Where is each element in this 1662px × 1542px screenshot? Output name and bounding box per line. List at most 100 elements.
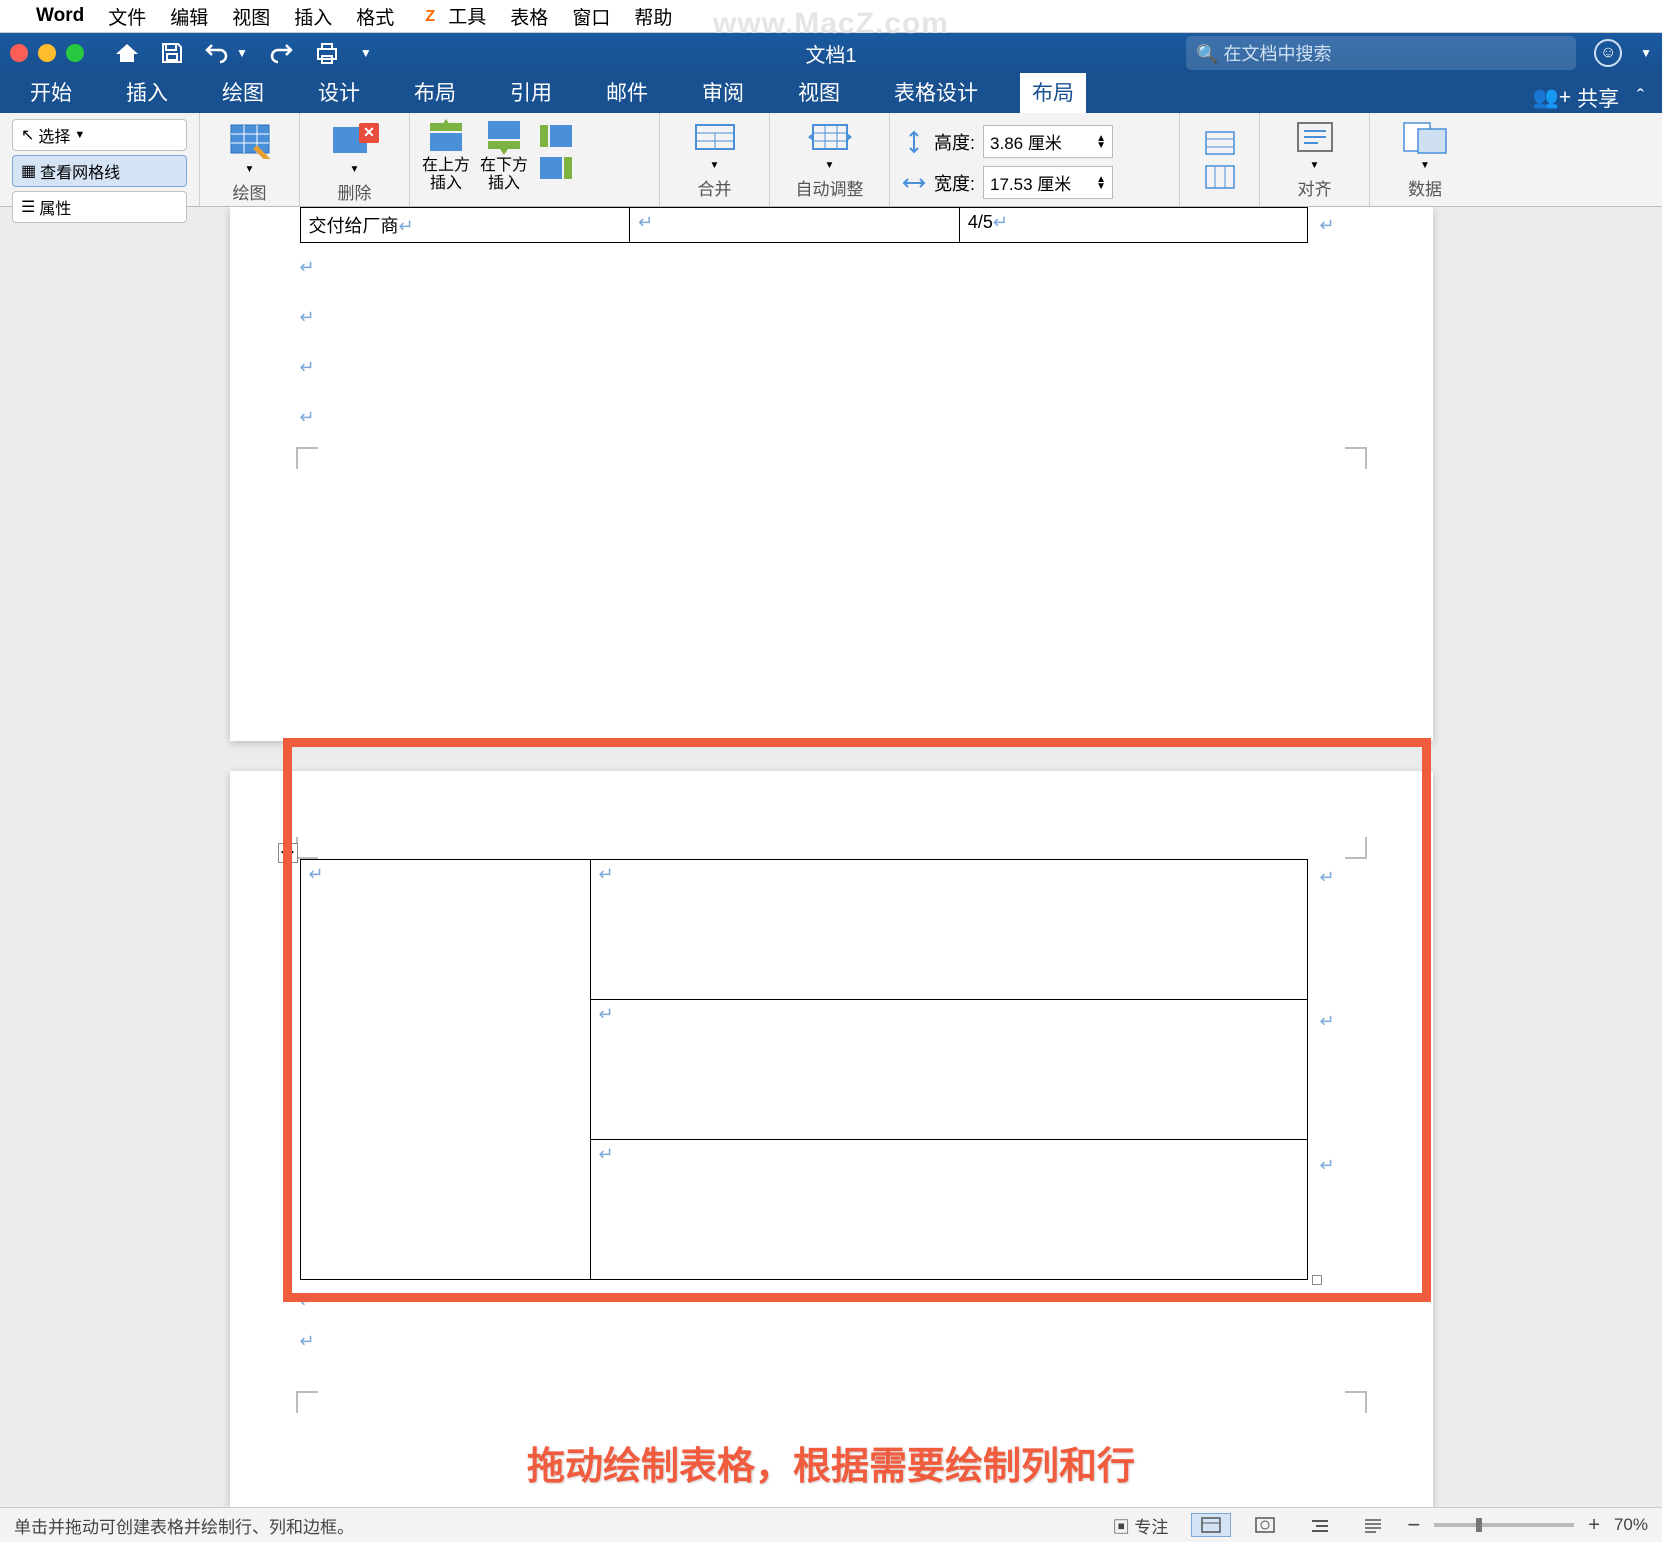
- annotation-text: 拖动绘制表格，根据需要绘制列和行: [527, 1435, 1135, 1490]
- distribute-cols-button[interactable]: [1204, 164, 1236, 190]
- autofit-button[interactable]: ▼: [805, 119, 855, 173]
- align-button[interactable]: ▼: [1292, 119, 1338, 173]
- pointer-icon: ↖: [21, 125, 34, 145]
- draw-table-icon: [227, 119, 273, 159]
- undo-icon[interactable]: [204, 41, 230, 65]
- table-row[interactable]: 交付给厂商↵ ↵ 4/5↵: [300, 208, 1307, 243]
- insert-below-button[interactable]: 在下方 插入: [480, 119, 528, 192]
- stepper-icon[interactable]: ▲▼: [1096, 176, 1106, 190]
- menu-view[interactable]: 视图: [232, 3, 270, 30]
- insert-above-icon: [426, 119, 466, 155]
- zoom-slider[interactable]: [1434, 1523, 1574, 1527]
- tab-layout[interactable]: 布局: [402, 71, 468, 113]
- redo-icon[interactable]: [268, 41, 294, 65]
- zoom-level[interactable]: 70%: [1614, 1515, 1648, 1535]
- minimize-window-button[interactable]: [38, 44, 56, 62]
- window-titlebar: ▼ ▼ 文档1 🔍 在文档中搜索 ☺ ▼: [0, 33, 1662, 73]
- svg-text:✕: ✕: [363, 124, 375, 140]
- focus-mode-button[interactable]: ▣ 专注: [1104, 1510, 1178, 1541]
- properties-icon: ☰: [21, 197, 35, 217]
- insert-above-button[interactable]: 在上方 插入: [422, 119, 470, 192]
- tab-insert[interactable]: 插入: [114, 71, 180, 113]
- menu-format[interactable]: 格式: [356, 3, 394, 30]
- close-window-button[interactable]: [10, 44, 28, 62]
- menu-insert[interactable]: 插入: [294, 3, 332, 30]
- status-hint: 单击并拖动可创建表格并绘制行、列和边框。: [14, 1513, 354, 1538]
- ribbon: ↖选择 ▼ ▦查看网格线 ☰属性 ▼ 绘图 ✕ ▼ 删除 在上方 插入 在下方 …: [0, 113, 1662, 207]
- tab-table-design[interactable]: 表格设计: [882, 71, 990, 113]
- tab-table-layout[interactable]: 布局: [1020, 71, 1086, 113]
- save-icon[interactable]: [160, 41, 184, 65]
- merge-icon: [692, 119, 738, 155]
- zoom-out-button[interactable]: −: [1407, 1512, 1420, 1538]
- zoom-in-button[interactable]: +: [1588, 1514, 1600, 1537]
- data-icon: [1400, 119, 1450, 155]
- table-1[interactable]: 交付给厂商↵ ↵ 4/5↵: [300, 207, 1308, 243]
- zoom-window-button[interactable]: [66, 44, 84, 62]
- delete-icon: ✕: [327, 119, 383, 159]
- delete-button[interactable]: ✕ ▼: [327, 119, 383, 177]
- feedback-dropdown-icon[interactable]: ▼: [1640, 46, 1652, 60]
- document-title: 文档1: [805, 39, 856, 68]
- app-name[interactable]: Word: [36, 5, 84, 27]
- align-group-label: 对齐: [1298, 173, 1332, 200]
- statusbar: 单击并拖动可创建表格并绘制行、列和边框。 ▣ 专注 − + 70%: [0, 1507, 1662, 1542]
- menu-tools[interactable]: Z工具: [418, 2, 486, 31]
- autofit-group-label: 自动调整: [796, 173, 864, 200]
- merge-group-label: 合并: [698, 173, 732, 200]
- home-icon[interactable]: [114, 41, 140, 65]
- mac-menubar: Word 文件 编辑 视图 插入 格式 Z工具 表格 窗口 帮助: [0, 0, 1662, 33]
- draw-table-button[interactable]: ▼: [227, 119, 273, 177]
- width-input[interactable]: 17.53 厘米▲▼: [983, 166, 1113, 199]
- print-icon[interactable]: [314, 41, 340, 65]
- tab-design[interactable]: 设计: [306, 71, 372, 113]
- web-layout-view-button[interactable]: [1245, 1513, 1285, 1537]
- select-button[interactable]: ↖选择 ▼: [12, 119, 187, 151]
- distribute-rows-button[interactable]: [1204, 130, 1236, 156]
- menu-window[interactable]: 窗口: [572, 3, 610, 30]
- qat-dropdown-icon[interactable]: ▼: [360, 46, 372, 60]
- tab-references[interactable]: 引用: [498, 71, 564, 113]
- insert-below-icon: [484, 119, 524, 155]
- width-icon: [902, 171, 926, 195]
- height-icon: [902, 130, 926, 154]
- tab-draw[interactable]: 绘图: [210, 71, 276, 113]
- grid-icon: ▦: [21, 161, 36, 181]
- insert-right-button[interactable]: [538, 155, 574, 181]
- tab-view[interactable]: 视图: [786, 71, 852, 113]
- chevron-down-icon: ▼: [74, 129, 85, 141]
- ribbon-tabs: 开始 插入 绘图 设计 布局 引用 邮件 审阅 视图 表格设计 布局 👥+共享 …: [0, 73, 1662, 113]
- menu-table[interactable]: 表格: [510, 3, 548, 30]
- print-layout-view-button[interactable]: [1191, 1513, 1231, 1537]
- window-controls: [10, 44, 84, 62]
- menu-file[interactable]: 文件: [108, 3, 146, 30]
- page-1: 交付给厂商↵ ↵ 4/5↵ ↵ ↵ ↵ ↵ ↵: [230, 207, 1433, 741]
- autofit-icon: [805, 119, 855, 155]
- share-icon: 👥+: [1533, 86, 1571, 110]
- tab-home[interactable]: 开始: [18, 71, 84, 113]
- collapse-ribbon-icon[interactable]: ˆ: [1637, 86, 1644, 110]
- highlight-box: [283, 738, 1431, 1302]
- share-button[interactable]: 👥+共享 ˆ: [1533, 83, 1644, 113]
- view-gridlines-button[interactable]: ▦查看网格线: [12, 155, 187, 187]
- menu-edit[interactable]: 编辑: [170, 3, 208, 30]
- properties-button[interactable]: ☰属性: [12, 191, 187, 223]
- outline-view-button[interactable]: [1299, 1513, 1339, 1537]
- stepper-icon[interactable]: ▲▼: [1096, 135, 1106, 149]
- merge-button[interactable]: ▼: [692, 119, 738, 173]
- draft-view-button[interactable]: [1353, 1513, 1393, 1537]
- feedback-icon[interactable]: ☺: [1594, 39, 1622, 67]
- tab-review[interactable]: 审阅: [690, 71, 756, 113]
- search-input[interactable]: 🔍 在文档中搜索: [1186, 36, 1576, 70]
- undo-dropdown-icon[interactable]: ▼: [236, 46, 248, 60]
- data-group-label: 数据: [1408, 173, 1442, 200]
- insert-left-button[interactable]: [538, 123, 574, 149]
- tab-mailings[interactable]: 邮件: [594, 71, 660, 113]
- menu-help[interactable]: 帮助: [634, 3, 672, 30]
- data-button[interactable]: ▼: [1400, 119, 1450, 173]
- width-label: 宽度:: [934, 170, 975, 196]
- draw-group-label: 绘图: [233, 177, 267, 204]
- height-input[interactable]: 3.86 厘米▲▼: [983, 125, 1113, 158]
- delete-group-label: 删除: [338, 177, 372, 204]
- height-label: 高度:: [934, 129, 975, 155]
